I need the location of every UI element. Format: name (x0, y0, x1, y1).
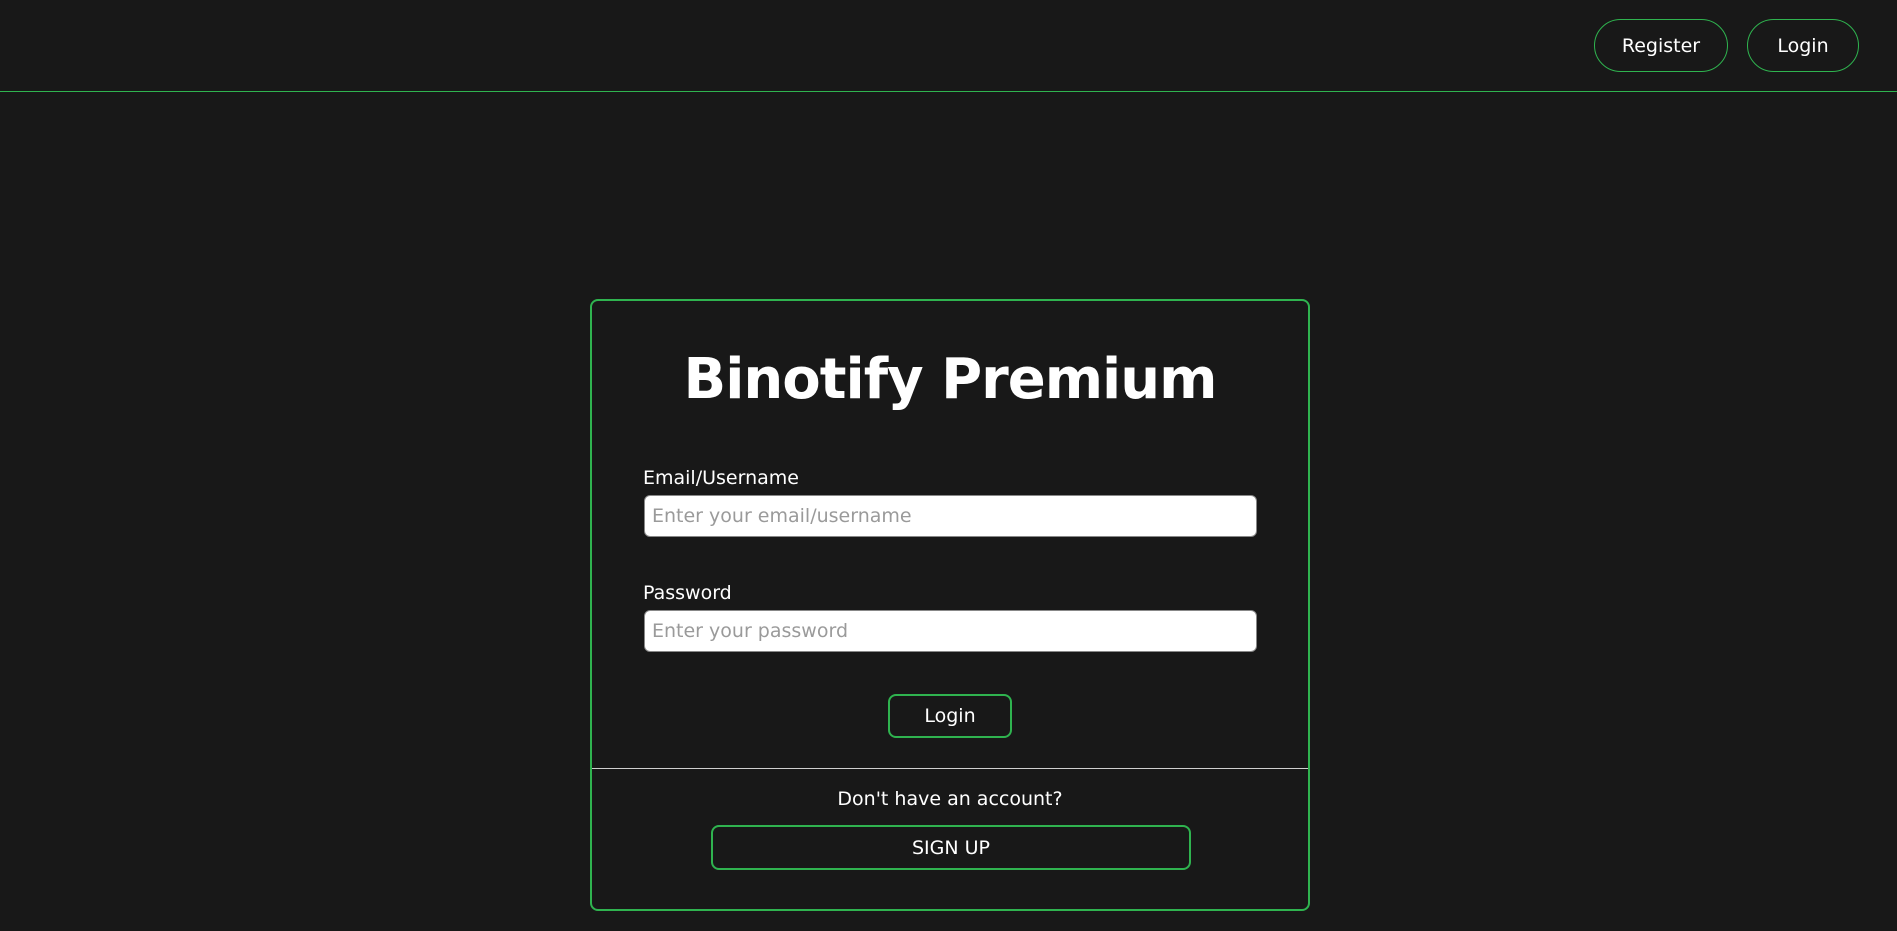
login-submit-button[interactable]: Login (888, 694, 1012, 738)
password-input[interactable] (644, 610, 1257, 652)
page-title: Binotify Premium (683, 347, 1218, 412)
email-username-input[interactable] (644, 495, 1257, 537)
register-button[interactable]: Register (1594, 19, 1728, 72)
password-label: Password (643, 582, 732, 604)
top-navbar: Register Login (0, 0, 1897, 92)
email-username-label: Email/Username (643, 467, 799, 489)
nav-login-button[interactable]: Login (1747, 19, 1859, 72)
signup-prompt: Don't have an account? (837, 788, 1063, 810)
card-divider (592, 768, 1308, 769)
login-card: Binotify Premium Email/Username Password… (590, 299, 1310, 911)
signup-button[interactable]: SIGN UP (711, 825, 1191, 870)
